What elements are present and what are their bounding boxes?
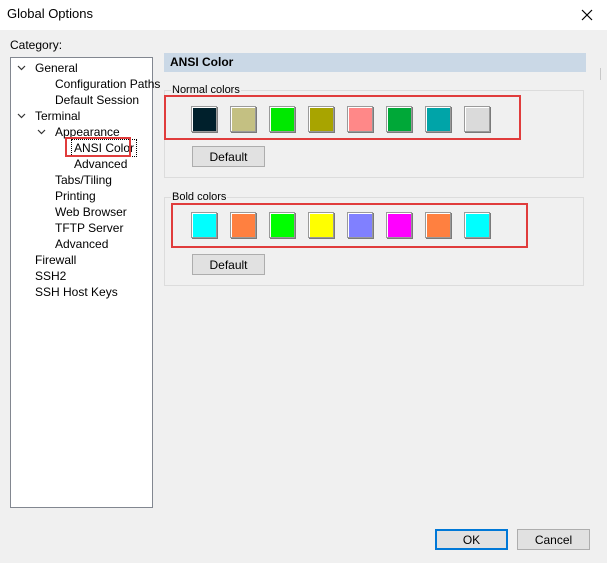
window-title: Global Options (7, 6, 93, 21)
bold-default-button[interactable]: Default (192, 254, 265, 275)
category-tree[interactable]: General Configuration Paths Default Sessio… (10, 57, 160, 508)
tree-item-configuration-paths[interactable]: Configuration Paths (53, 76, 162, 92)
category-label: Category: (10, 38, 63, 52)
tree-item-advanced[interactable]: Advanced (72, 156, 129, 172)
close-icon (581, 9, 593, 21)
tree-item-tabs-tiling[interactable]: Tabs/Tiling (53, 172, 114, 188)
bold-colors-label: Bold colors (171, 191, 228, 203)
tree-item-default-session[interactable]: Default Session (53, 92, 141, 108)
tree-item-printing[interactable]: Printing (53, 188, 98, 204)
tree-item-tftp-server[interactable]: TFTP Server (53, 220, 125, 236)
tree-item-ssh-host-keys[interactable]: SSH Host Keys (33, 284, 120, 300)
scrollbar-stub (600, 68, 607, 80)
tree-expand-chevron-icon[interactable] (16, 111, 26, 121)
bold-colors-highlight (171, 203, 528, 248)
tree-item-general[interactable]: General (33, 60, 80, 76)
tree-expand-chevron-icon[interactable] (16, 63, 26, 73)
cancel-button[interactable]: Cancel (517, 529, 590, 550)
normal-default-button[interactable]: Default (192, 146, 265, 167)
tree-expand-chevron-icon[interactable] (36, 127, 46, 137)
global-options-dialog: Global Options Category: General Configur… (0, 0, 607, 563)
panel-header: ANSI Color (164, 53, 586, 72)
selected-item-highlight (65, 137, 131, 157)
close-button[interactable] (567, 0, 607, 30)
tree-item-advanced[interactable]: Advanced (53, 236, 110, 252)
tree-item-firewall[interactable]: Firewall (33, 252, 78, 268)
title-bar: Global Options (0, 0, 607, 30)
ok-button[interactable]: OK (435, 529, 508, 550)
normal-colors-highlight (164, 95, 521, 140)
tree-item-ssh2[interactable]: SSH2 (33, 268, 68, 284)
tree-item-terminal[interactable]: Terminal (33, 108, 82, 124)
tree-item-web-browser[interactable]: Web Browser (53, 204, 129, 220)
